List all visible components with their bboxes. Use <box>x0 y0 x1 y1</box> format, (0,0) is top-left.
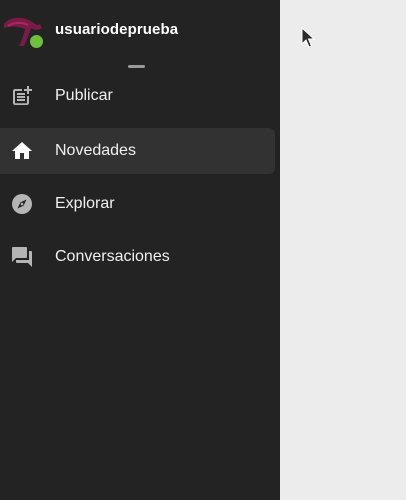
username: usuariodeprueba <box>55 21 179 38</box>
sidebar-item-label: Explorar <box>55 195 115 212</box>
post-add-icon <box>13 86 32 105</box>
main-content-area[interactable] <box>280 0 406 500</box>
sidebar-item-conversaciones[interactable]: Conversaciones <box>0 234 275 280</box>
sidebar-item-label: Conversaciones <box>55 248 170 265</box>
forum-icon <box>12 247 32 267</box>
sidebar-item-label: Publicar <box>55 87 113 104</box>
drawer-drag-handle[interactable] <box>128 65 145 68</box>
online-status-dot <box>30 35 43 48</box>
profile-header[interactable]: usuariodeprueba <box>0 0 280 60</box>
compass-icon <box>12 194 32 214</box>
app-window: usuariodeprueba Publicar Novedades Explo… <box>0 0 406 500</box>
home-icon <box>12 142 32 159</box>
sidebar-drawer: usuariodeprueba Publicar Novedades Explo… <box>0 0 280 500</box>
sidebar-item-publicar[interactable]: Publicar <box>0 73 275 119</box>
mouse-cursor-icon <box>301 27 315 48</box>
sidebar-item-explorar[interactable]: Explorar <box>0 181 275 227</box>
sidebar-item-label: Novedades <box>55 142 136 159</box>
sidebar-item-novedades[interactable]: Novedades <box>0 128 275 174</box>
